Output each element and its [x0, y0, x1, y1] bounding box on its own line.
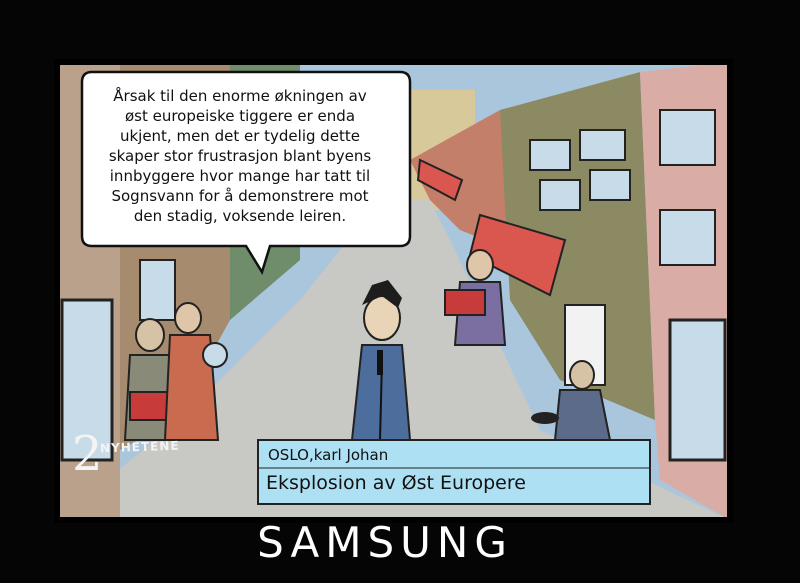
speech-line: øst europeiske tiggere er enda — [124, 107, 356, 125]
speech-line: ukjent, men det er tydelig dette — [119, 127, 361, 145]
right-window — [589, 169, 631, 201]
channel-logo: NYHETENE — [99, 438, 180, 456]
ticker-headline: Eksplosion av Øst Europere — [266, 472, 526, 494]
left-window — [139, 259, 176, 321]
channel-number: 2 — [72, 426, 103, 482]
speech-line: Årsak til den enorme økningen av — [113, 87, 367, 105]
speech-line: innbyggere hvor mange har tatt til — [109, 167, 371, 185]
speech-line: den stadig, voksende leiren. — [133, 207, 347, 225]
ticker-location: OSLO,karl Johan — [268, 446, 389, 464]
speech-bubble-text: Årsak til den enorme økningen av øst eur… — [80, 86, 400, 226]
right-window — [539, 179, 581, 211]
right-window — [529, 139, 571, 171]
right-window — [579, 129, 626, 161]
right-window — [659, 209, 716, 266]
right-window — [668, 318, 727, 462]
right-window — [659, 109, 716, 166]
speech-line: Sognsvann for å demonstrere mot — [111, 187, 369, 205]
speech-line: skaper stor frustrasjon blant byens — [108, 147, 372, 165]
tv-frame: Årsak til den enorme økningen av øst eur… — [0, 0, 800, 583]
tv-brand-logo: SAMSUNG — [257, 518, 513, 567]
